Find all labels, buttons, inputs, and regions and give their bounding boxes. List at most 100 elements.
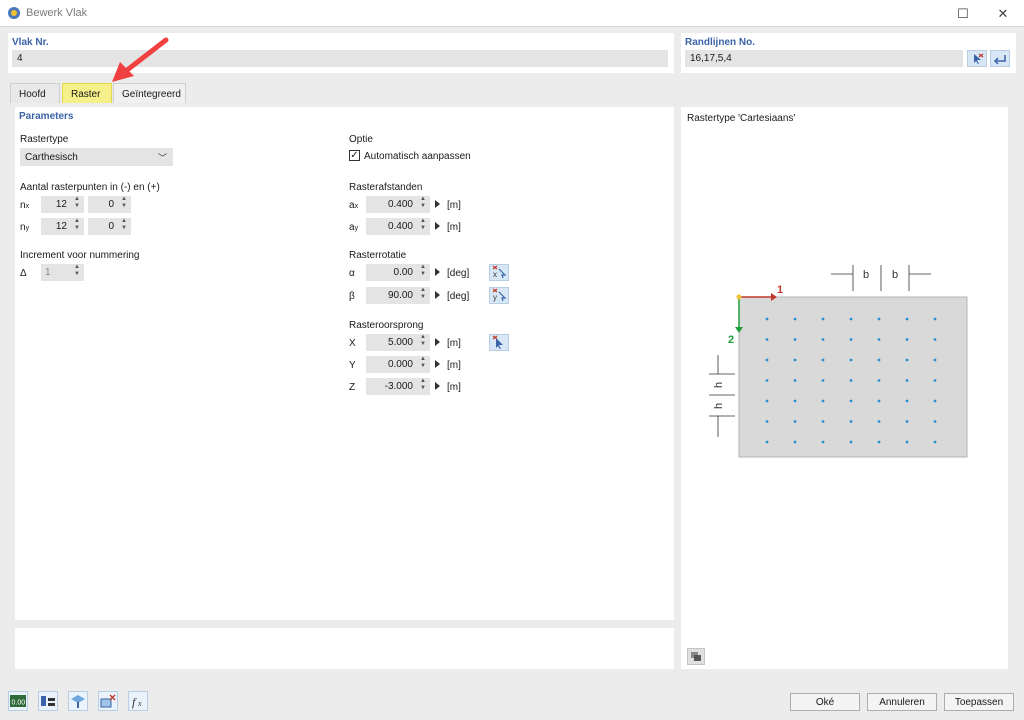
title-bar: Bewerk Vlak ☐ ✕ (0, 0, 1024, 27)
z-origin-stepper[interactable]: -3.000 ▲ ▼ (366, 378, 440, 395)
reverse-button[interactable] (990, 50, 1010, 67)
rastertype-select[interactable]: Carthesisch ﹀ (20, 148, 173, 166)
spin-arrows-icon[interactable]: ▲ ▼ (73, 196, 81, 210)
pick-lines-button[interactable] (967, 50, 987, 67)
y-origin-stepper[interactable]: 0.000 ▲ ▼ (366, 356, 440, 373)
expand-arrow-icon[interactable] (435, 382, 440, 390)
pick-x-axis-button[interactable]: x (489, 264, 509, 281)
spin-arrows-icon[interactable]: ▲ ▼ (419, 334, 427, 348)
ay-stepper[interactable]: 0.400 ▲ ▼ (366, 218, 440, 235)
spin-arrows-icon[interactable]: ▲ ▼ (120, 196, 128, 210)
auto-adjust-label: Automatisch aanpassen (364, 151, 471, 162)
grid-point (793, 440, 797, 444)
nx-minus-stepper[interactable]: 12 ▲ ▼ (41, 196, 84, 213)
annotation-arrow-icon (112, 37, 169, 82)
grid-point (849, 338, 853, 341)
model-info-button[interactable] (38, 691, 58, 711)
pick-cursor-icon (974, 53, 984, 64)
expand-arrow-icon[interactable] (435, 268, 440, 276)
pick-y-axis-button[interactable]: y (489, 287, 509, 304)
pick-origin-button[interactable] (489, 334, 509, 351)
increment-label: Increment voor nummering (20, 250, 140, 261)
close-button[interactable]: ✕ (980, 0, 1024, 27)
spin-arrows-icon[interactable]: ▲ ▼ (419, 356, 427, 370)
spin-arrows-icon: ▲ ▼ (74, 264, 80, 277)
grid-point (933, 358, 937, 362)
grid-point (793, 317, 797, 321)
beta-unit: [deg] (447, 291, 470, 302)
grid-point (821, 358, 825, 362)
grid-point (821, 399, 825, 403)
grid-point (905, 440, 909, 444)
randlijnen-field[interactable]: 16,17,5,4 (685, 50, 963, 67)
select-button[interactable] (98, 691, 118, 711)
spin-arrows-icon[interactable]: ▲ ▼ (419, 218, 427, 232)
increment-value: 1 (45, 267, 51, 278)
grid-point (905, 317, 909, 321)
expand-arrow-icon[interactable] (435, 291, 440, 299)
z-origin-value: -3.000 (384, 381, 413, 392)
expand-arrow-icon[interactable] (435, 338, 440, 346)
x-unit: [m] (447, 338, 461, 349)
info-panel (15, 628, 674, 669)
grid-point (933, 420, 937, 423)
origin-point (736, 294, 742, 300)
expand-arrow-icon[interactable] (435, 360, 440, 368)
tab-raster[interactable]: Raster (62, 83, 112, 103)
svg-text:y: y (493, 293, 497, 302)
alpha-unit: [deg] (447, 268, 470, 279)
nx-label: nx (20, 200, 30, 211)
spin-arrows-icon[interactable]: ▲ ▼ (419, 264, 427, 278)
preview-options-button[interactable] (687, 648, 705, 665)
grid-point (877, 399, 881, 403)
spin-arrows-icon[interactable]: ▲ ▼ (419, 196, 427, 210)
x-origin-stepper[interactable]: 5.000 ▲ ▼ (366, 334, 440, 351)
grid-point (793, 420, 797, 423)
nx-plus-value: 0 (108, 199, 114, 210)
grid-point (821, 338, 825, 341)
surface-rect (738, 296, 968, 458)
spin-arrows-icon[interactable]: ▲ ▼ (419, 287, 427, 301)
spin-arrows-icon[interactable]: ▲ ▼ (120, 218, 128, 232)
ok-button[interactable]: Oké (790, 693, 860, 711)
formula-button[interactable]: fx (128, 691, 148, 711)
expand-arrow-icon[interactable] (435, 200, 440, 208)
close-icon: ✕ (997, 5, 1009, 21)
apply-button[interactable]: Toepassen (944, 693, 1014, 711)
cancel-button[interactable]: Annuleren (867, 693, 937, 711)
grid-point (877, 420, 881, 423)
axis-1-label: 1 (777, 284, 783, 296)
ny-minus-value: 12 (55, 221, 67, 232)
view-button[interactable] (68, 691, 88, 711)
grid-point (765, 379, 769, 382)
grid-point (849, 317, 853, 321)
spin-arrows-icon[interactable]: ▲ ▼ (419, 378, 427, 392)
tab-hoofd[interactable]: Hoofd (10, 83, 60, 103)
ny-plus-value: 0 (108, 221, 114, 232)
grid-point (765, 399, 769, 403)
grid-point (821, 379, 825, 382)
alpha-stepper[interactable]: 0.00 ▲ ▼ (366, 264, 440, 281)
nx-plus-stepper[interactable]: 0 ▲ ▼ (88, 196, 131, 213)
rastertype-value: Carthesisch (25, 152, 78, 163)
expand-arrow-icon[interactable] (435, 222, 440, 230)
b-label-2: b (892, 269, 898, 281)
beta-stepper[interactable]: 90.00 ▲ ▼ (366, 287, 440, 304)
x-origin-value: 5.000 (387, 337, 413, 348)
auto-adjust-checkbox[interactable]: ✓ (349, 150, 360, 161)
tab-geintegreerd[interactable]: Geïntegreerd (113, 83, 186, 103)
ny-minus-stepper[interactable]: 12 ▲ ▼ (41, 218, 84, 235)
grid-point (849, 358, 853, 362)
nx-minus-value: 12 (55, 199, 67, 210)
spin-arrows-icon[interactable]: ▲ ▼ (73, 218, 81, 232)
units-button[interactable]: 0.00 (8, 691, 28, 711)
ny-plus-stepper[interactable]: 0 ▲ ▼ (88, 218, 131, 235)
randlijnen-label: Randlijnen No. (685, 37, 755, 48)
ax-stepper[interactable]: 0.400 ▲ ▼ (366, 196, 440, 213)
grid-point (905, 338, 909, 341)
axis-2-label: 2 (728, 334, 734, 346)
grid-point (905, 399, 909, 403)
decimal-icon: 0.00 (10, 695, 26, 707)
rasterrotatie-label: Rasterrotatie (349, 250, 407, 261)
grid-point (793, 338, 797, 341)
